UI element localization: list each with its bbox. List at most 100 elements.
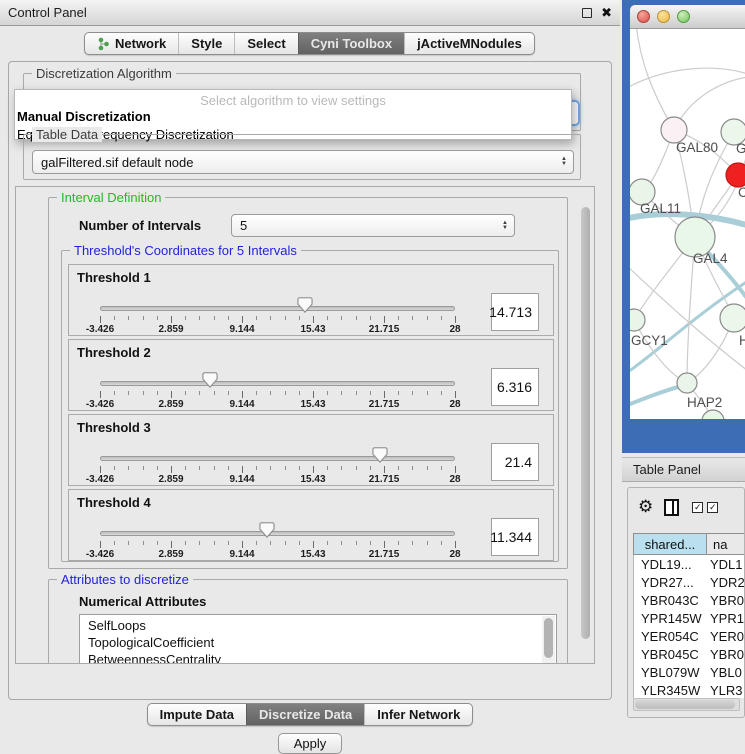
network-node[interactable] (720, 304, 745, 332)
zoom-traffic-light-icon[interactable] (677, 10, 690, 23)
combo-arrows-icon: ▲▼ (561, 157, 567, 167)
threshold-slider[interactable]: -3.4262.8599.14415.4321.71528 (69, 265, 553, 335)
table-row[interactable]: YPR145WYPR1 (634, 609, 745, 627)
axis-tick-label: -3.426 (86, 324, 114, 335)
cell-name: YBR0 (707, 593, 745, 608)
axis-tick-label: -3.426 (86, 474, 114, 485)
column-layout-icon[interactable] (664, 499, 679, 516)
apply-button[interactable]: Apply (278, 733, 342, 754)
network-icon (97, 37, 110, 51)
table-panel-titlebar: Table Panel (622, 457, 745, 482)
threshold-slider[interactable]: -3.4262.8599.14415.4321.71528 (69, 340, 553, 410)
table-panel-title: Table Panel (633, 462, 701, 477)
minimize-traffic-light-icon[interactable] (657, 10, 670, 23)
tab-network[interactable]: Network (85, 33, 178, 54)
cell-name: YLR3 (707, 683, 745, 698)
close-icon[interactable]: ✖ (601, 8, 612, 18)
attribute-list-item[interactable]: BetweennessCentrality (88, 651, 556, 664)
table-row[interactable]: YDR27...YDR2 (634, 573, 745, 591)
attributes-list-scrollbar[interactable] (542, 616, 555, 664)
table-row[interactable]: YLR345WYLR3 (634, 681, 745, 698)
axis-tick-label: 9.144 (229, 399, 254, 410)
checkbox-icon-2[interactable]: ✓ (707, 502, 718, 513)
top-tab-bar: NetworkStyleSelectCyni ToolboxjActiveMNo… (84, 32, 535, 55)
network-node[interactable] (702, 410, 724, 419)
cell-shared-name: YDR27... (634, 575, 707, 590)
node-table-rows: YDL19...YDL1YDR27...YDR2YBR043CYBR0YPR14… (633, 555, 745, 698)
attribute-list-item[interactable]: SelfLoops (88, 617, 556, 634)
tab-infer-network[interactable]: Infer Network (364, 704, 472, 725)
table-horizontal-scrollbar[interactable] (633, 698, 740, 711)
tab-select[interactable]: Select (234, 33, 297, 54)
node-label: H (739, 333, 745, 348)
axis-tick-label: 21.715 (369, 549, 400, 560)
axis-tick-label: 28 (449, 549, 460, 560)
axis-tick-label: 15.43 (300, 549, 325, 560)
network-edge (636, 29, 674, 130)
network-canvas[interactable]: GAL80GACGAL11GAL4GCY1HHAP2 (630, 29, 745, 419)
tab-style[interactable]: Style (178, 33, 234, 54)
network-node[interactable] (677, 373, 697, 393)
numerical-attributes-list[interactable]: SelfLoopsTopologicalCoefficientBetweenne… (79, 614, 557, 664)
slider-thumb[interactable] (372, 447, 388, 463)
close-traffic-light-icon[interactable] (637, 10, 650, 23)
network-node[interactable] (726, 163, 745, 187)
axis-tick-label: 2.859 (158, 324, 183, 335)
checkbox-icon-1[interactable]: ✓ (692, 502, 703, 513)
column-header-shared-name[interactable]: shared... (634, 534, 707, 554)
threshold-value-field[interactable]: 6.316 (491, 368, 539, 406)
tab-cyni-toolbox[interactable]: Cyni Toolbox (298, 33, 404, 54)
cyni-toolbox-panel: Discretization Algorithm Select algorith… (8, 61, 612, 700)
network-edge (634, 320, 687, 383)
discretization-algorithm-label: Discretization Algorithm (32, 66, 176, 81)
number-of-intervals-combo[interactable]: 5 ▲▼ (231, 214, 515, 237)
slider-thumb[interactable] (297, 297, 313, 313)
axis-tick-label: 28 (449, 474, 460, 485)
tab-impute-data[interactable]: Impute Data (148, 704, 246, 725)
tab-discretize-data[interactable]: Discretize Data (246, 704, 364, 725)
gear-icon[interactable]: ⚙ (638, 497, 653, 517)
axis-tick-label: 9.144 (229, 474, 254, 485)
axis-tick-label: 9.144 (229, 549, 254, 560)
column-header-name[interactable]: na (707, 534, 745, 554)
cell-name: YDR2 (707, 575, 745, 590)
axis-tick-label: 15.43 (300, 474, 325, 485)
threshold-slider[interactable]: -3.4262.8599.14415.4321.71528 (69, 415, 553, 485)
threshold-panel-3: Threshold 3-3.4262.8599.14415.4321.71528… (68, 414, 554, 486)
table-row[interactable]: YER054CYER0 (634, 627, 745, 645)
threshold-value-field[interactable]: 14.713 (491, 293, 539, 331)
node-label: GAL4 (693, 251, 728, 266)
node-label: HAP2 (687, 395, 722, 410)
tab-jactivemnodules[interactable]: jActiveMNodules (404, 33, 534, 54)
panel-vertical-scrollbar[interactable] (580, 189, 592, 661)
slider-thumb[interactable] (202, 372, 218, 388)
table-row[interactable]: YBR045CYBR0 (634, 645, 745, 663)
node-table: shared... na YDL19...YDL1YDR27...YDR2YBR… (633, 533, 745, 698)
number-of-intervals-label: Number of Intervals (79, 218, 201, 233)
table-data-combo[interactable]: galFiltered.sif default node ▲▼ (32, 150, 574, 174)
threshold-panel-4: Threshold 4-3.4262.8599.14415.4321.71528… (68, 489, 554, 561)
table-row[interactable]: YDL19...YDL1 (634, 555, 745, 573)
network-node[interactable] (630, 309, 645, 331)
cell-shared-name: YDL19... (634, 557, 707, 572)
cell-name: YDL1 (707, 557, 745, 572)
axis-tick-label: -3.426 (86, 399, 114, 410)
axis-tick-label: 21.715 (369, 324, 400, 335)
axis-tick-label: 28 (449, 324, 460, 335)
float-window-icon[interactable] (582, 8, 592, 18)
cell-shared-name: YLR345W (634, 683, 707, 698)
threshold-value-field[interactable]: 21.4 (491, 443, 539, 481)
threshold-panel-1: Threshold 1-3.4262.8599.14415.4321.71528… (68, 264, 554, 336)
table-row[interactable]: YBL079WYBL0 (634, 663, 745, 681)
algorithm-option-manual[interactable]: Manual Discretization (15, 108, 571, 126)
slider-thumb[interactable] (259, 522, 275, 538)
network-view-window: GAL80GACGAL11GAL4GCY1HHAP2 (622, 0, 745, 453)
threshold-panel-2: Threshold 2-3.4262.8599.14415.4321.71528… (68, 339, 554, 411)
table-row[interactable]: YBR043CYBR0 (634, 591, 745, 609)
threshold-slider[interactable]: -3.4262.8599.14415.4321.71528 (69, 490, 553, 560)
cell-name: YBR0 (707, 647, 745, 662)
network-edge (630, 386, 682, 406)
threshold-value-field[interactable]: 11.344 (491, 518, 539, 556)
numerical-attributes-label: Numerical Attributes (79, 594, 206, 609)
attribute-list-item[interactable]: TopologicalCoefficient (88, 634, 556, 651)
